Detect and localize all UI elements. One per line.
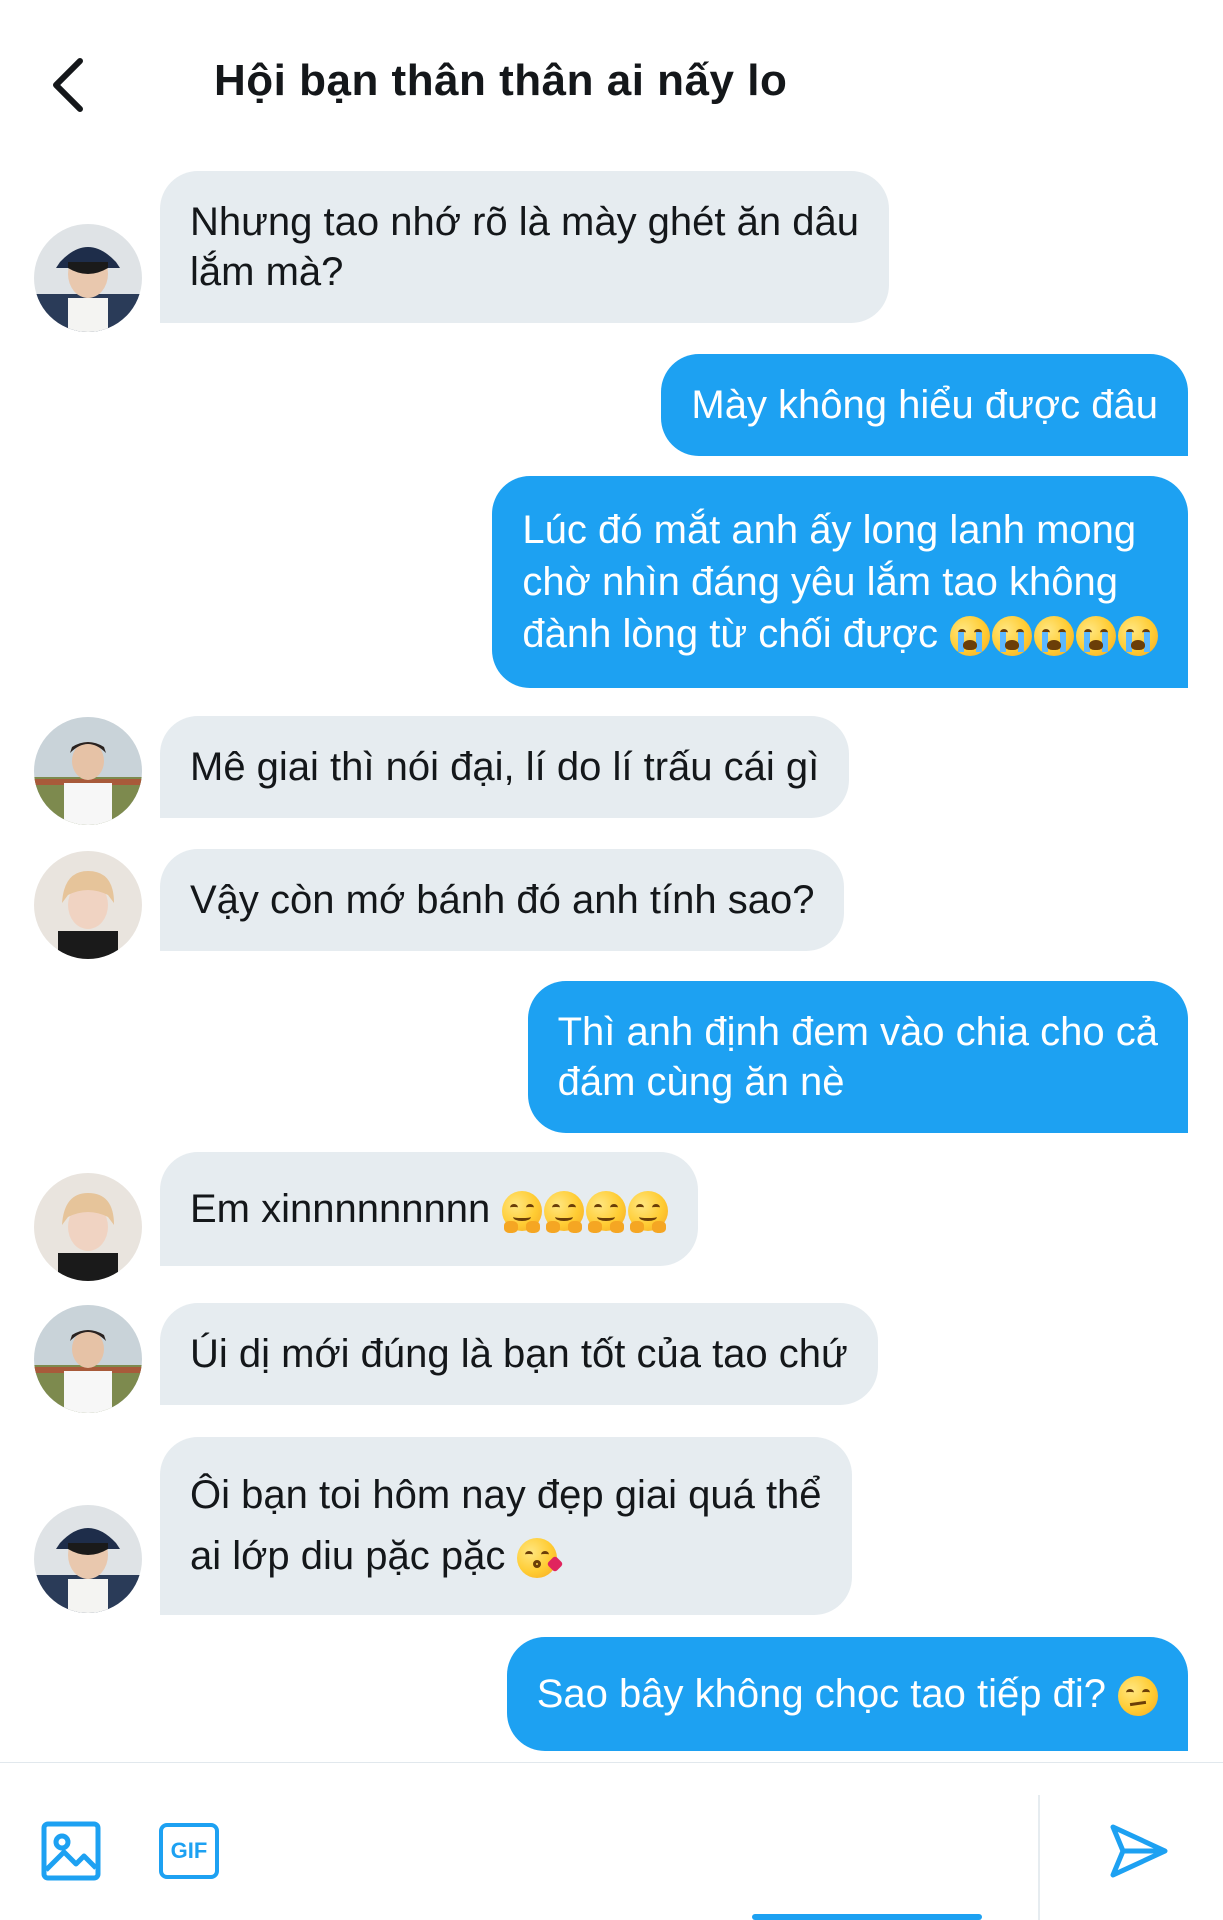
message-text: Sao bây không chọc tao tiếp đi? [536, 1672, 1106, 1716]
avatar-hat-boy [34, 224, 142, 332]
message-text: đành lòng từ chối được [522, 612, 938, 656]
loudly-crying-face-icon [1118, 616, 1158, 657]
message-composer: GIF [0, 1762, 1223, 1920]
dm-conversation-screen: Hội bạn thân thân ai nấy lo Nhưng tao nh… [0, 0, 1223, 1920]
hugging-face-icon [628, 1191, 669, 1234]
message-text: Úi dị mới đúng là bạn tốt của tao chứ [190, 1332, 848, 1376]
incoming-message[interactable]: Nhưng tao nhớ rõ là mày ghét ăn dâu lắm … [160, 171, 889, 323]
avatar-field-boy [34, 717, 142, 825]
message-text: chờ nhìn đáng yêu lắm tao không [522, 560, 1118, 604]
message-text: lắm mà? [190, 250, 344, 294]
loudly-crying-face-icon [992, 616, 1032, 657]
add-gif-button[interactable]: GIF [156, 1818, 222, 1884]
incoming-message[interactable]: Vậy còn mớ bánh đó anh tính sao? [160, 849, 845, 951]
avatar[interactable] [34, 1173, 142, 1281]
loudly-crying-face-icon [1076, 616, 1116, 657]
send-icon [1110, 1824, 1168, 1878]
avatar-blonde-boy [34, 851, 142, 959]
message-text: Mê giai thì nói đại, lí do lí trấu cái g… [190, 745, 820, 789]
message-text: Nhưng tao nhớ rõ là mày ghét ăn dâu [190, 200, 859, 244]
send-button[interactable] [1106, 1818, 1172, 1884]
message-text: đám cùng ăn nè [557, 1060, 845, 1104]
hugging-face-icon [502, 1191, 543, 1234]
avatar[interactable] [34, 224, 142, 332]
outgoing-message[interactable]: Lúc đó mắt anh ấy long lanh mong chờ nhì… [492, 476, 1188, 688]
chevron-left-icon [53, 58, 83, 112]
outgoing-message[interactable]: Thì anh định đem vào chia cho cả đám cùn… [527, 981, 1188, 1133]
message-text: Em xinnnnnnnnn [190, 1187, 491, 1231]
back-button[interactable] [38, 52, 98, 118]
message-text: Vậy còn mớ bánh đó anh tính sao? [190, 878, 815, 922]
hugging-face-icon [544, 1191, 585, 1234]
message-text: Mày không hiểu được đâu [691, 383, 1158, 427]
loudly-crying-face-icon [1034, 616, 1074, 657]
avatar[interactable] [34, 717, 142, 825]
message-text: Ôi bạn toi hôm nay đẹp giai quá thể [190, 1473, 822, 1517]
hugging-face-icon [586, 1191, 627, 1234]
message-text: Lúc đó mắt anh ấy long lanh mong [522, 508, 1137, 552]
add-image-button[interactable] [38, 1818, 104, 1884]
incoming-message[interactable]: Mê giai thì nói đại, lí do lí trấu cái g… [160, 716, 850, 818]
loudly-crying-face-icon [950, 616, 990, 657]
gif-icon: GIF [159, 1823, 219, 1879]
outgoing-message[interactable]: Sao bây không chọc tao tiếp đi? [506, 1637, 1188, 1751]
unamused-face-icon [1118, 1676, 1158, 1717]
composer-divider [1038, 1795, 1040, 1920]
image-icon [41, 1821, 101, 1881]
outgoing-message[interactable]: Mày không hiểu được đâu [661, 354, 1188, 456]
avatar-field-boy [34, 1305, 142, 1413]
avatar-blonde-boy [34, 1173, 142, 1281]
conversation-title[interactable]: Hội bạn thân thân ai nấy lo [214, 56, 787, 106]
avatar[interactable] [34, 1505, 142, 1613]
conversation-header: Hội bạn thân thân ai nấy lo [0, 0, 1223, 165]
home-indicator [752, 1914, 982, 1920]
avatar[interactable] [34, 851, 142, 959]
face-blowing-kiss-icon [517, 1538, 564, 1579]
message-text: ai lớp diu pặc pặc [190, 1534, 506, 1578]
message-text: Thì anh định đem vào chia cho cả [557, 1010, 1158, 1054]
incoming-message[interactable]: Úi dị mới đúng là bạn tốt của tao chứ [160, 1303, 878, 1405]
incoming-message[interactable]: Em xinnnnnnnnn [160, 1152, 699, 1266]
avatar[interactable] [34, 1305, 142, 1413]
avatar-hat-boy [34, 1505, 142, 1613]
incoming-message[interactable]: Ôi bạn toi hôm nay đẹp giai quá thể ai l… [160, 1437, 852, 1615]
